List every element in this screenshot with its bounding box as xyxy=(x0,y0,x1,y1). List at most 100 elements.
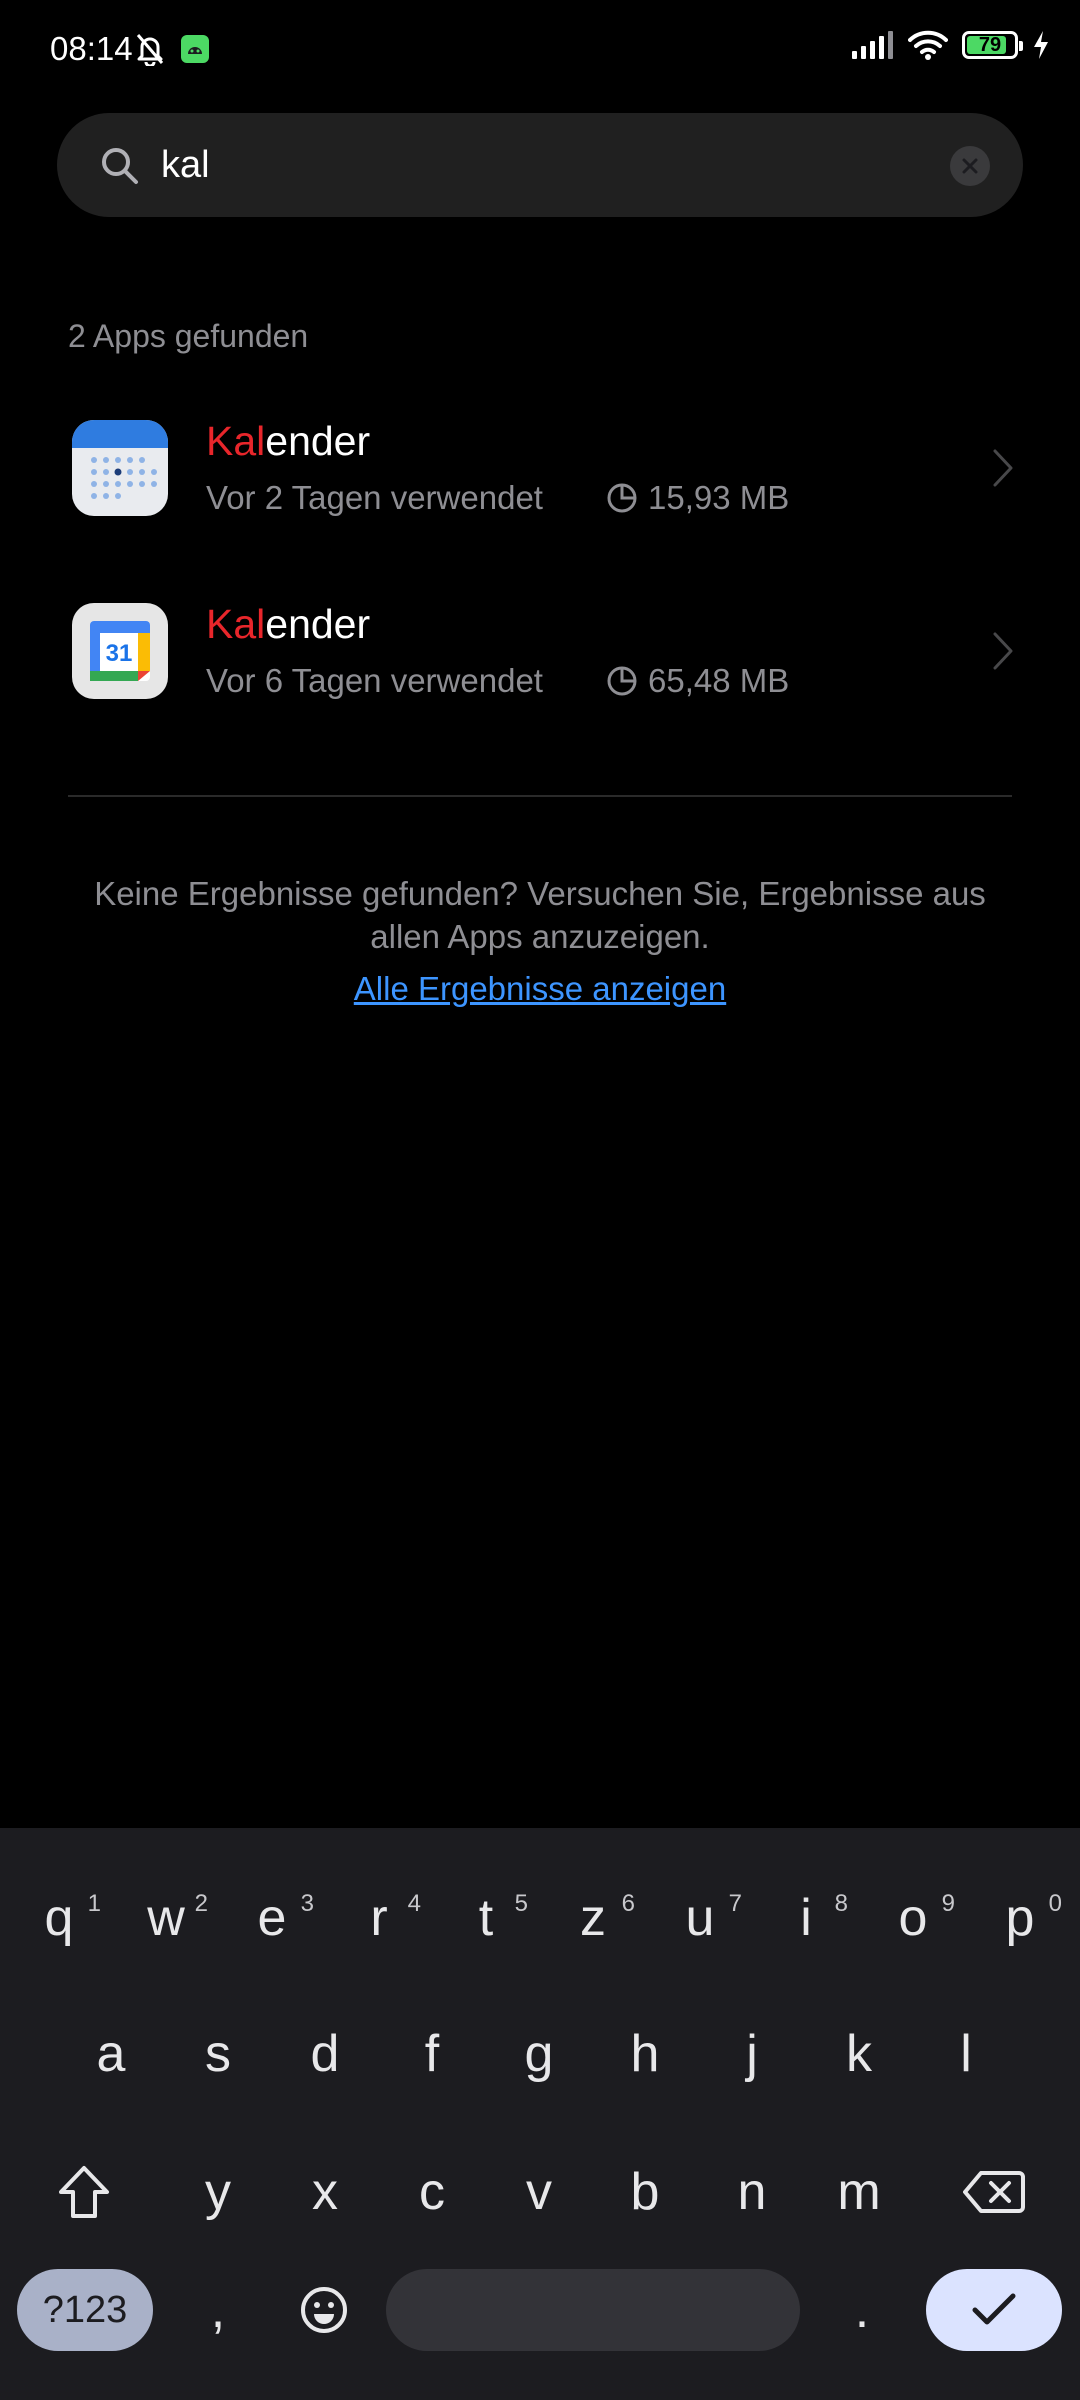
storage-icon xyxy=(607,483,637,513)
emoji-key[interactable] xyxy=(274,2264,374,2356)
app-result-row[interactable]: 31 Kalender Vor 6 Tagen verwendet 65,48 … xyxy=(0,571,1080,731)
key-b[interactable]: b xyxy=(595,2142,695,2242)
key-m[interactable]: m xyxy=(809,2142,909,2242)
key-hint: 6 xyxy=(621,1890,635,1917)
app-name: Kalender xyxy=(206,601,370,648)
app-size-value: 15,93 MB xyxy=(648,479,790,516)
key-u[interactable]: u7 xyxy=(650,1868,750,1968)
result-count: 2 Apps gefunden xyxy=(68,318,309,354)
google-calendar-icon: 31 xyxy=(72,603,168,699)
google-calendar-icon-label: 31 xyxy=(106,640,133,667)
key-letter: e xyxy=(257,1889,287,1947)
period-key[interactable]: . xyxy=(812,2264,912,2356)
bell-off-icon xyxy=(136,34,164,66)
status-time: 08:14 xyxy=(50,30,133,67)
key-h[interactable]: h xyxy=(595,2004,695,2104)
show-all-results-link[interactable]: Alle Ergebnisse anzeigen xyxy=(0,970,1080,1008)
key-letter: r xyxy=(370,1889,388,1947)
key-hint: 2 xyxy=(194,1890,208,1917)
key-z[interactable]: z6 xyxy=(543,1868,643,1968)
key-letter: u xyxy=(685,1889,715,1947)
key-o[interactable]: o9 xyxy=(863,1868,963,1968)
enter-key[interactable] xyxy=(926,2269,1062,2351)
status-bar: 08:14 79 xyxy=(0,0,1080,104)
keyboard: q1w2e3r4t5z6u7i8o9p0 asdfghjkl yxcvbnm ?… xyxy=(0,1828,1080,2400)
comma-key[interactable]: , xyxy=(168,2264,268,2356)
android-notification-icon xyxy=(181,35,209,63)
backspace-key[interactable] xyxy=(944,2142,1044,2242)
key-hint: 1 xyxy=(87,1890,101,1917)
key-hint: 8 xyxy=(834,1890,848,1917)
key-letter: q xyxy=(44,1889,74,1947)
app-name-highlight: Kal xyxy=(206,601,266,647)
key-letter: p xyxy=(1005,1889,1035,1947)
key-y[interactable]: y xyxy=(168,2142,268,2242)
key-g[interactable]: g xyxy=(489,2004,589,2104)
key-n[interactable]: n xyxy=(702,2142,802,2242)
chevron-right-icon xyxy=(993,449,1013,487)
backspace-icon xyxy=(963,2171,1025,2213)
shift-icon xyxy=(59,2166,109,2218)
app-size: 15,93 MB xyxy=(606,479,789,517)
close-icon xyxy=(962,158,978,174)
key-hint: 9 xyxy=(941,1890,955,1917)
divider xyxy=(68,795,1012,797)
battery-indicator: 79 xyxy=(962,31,1023,59)
search-icon xyxy=(102,148,138,184)
key-d[interactable]: d xyxy=(275,2004,375,2104)
key-hint: 7 xyxy=(728,1890,742,1917)
key-letter: o xyxy=(898,1889,928,1947)
key-q[interactable]: q1 xyxy=(9,1868,109,1968)
clear-search-button[interactable] xyxy=(950,146,990,186)
key-hint: 3 xyxy=(300,1890,314,1917)
key-p[interactable]: p0 xyxy=(970,1868,1070,1968)
app-last-used: Vor 6 Tagen verwendet xyxy=(206,662,543,699)
app-size: 65,48 MB xyxy=(606,662,789,700)
storage-icon xyxy=(607,666,637,696)
key-v[interactable]: v xyxy=(489,2142,589,2242)
battery-level: 79 xyxy=(978,34,1002,56)
search-input[interactable] xyxy=(161,135,961,195)
signal-icon xyxy=(852,31,893,59)
app-name-rest: ender xyxy=(265,601,371,647)
key-t[interactable]: t5 xyxy=(436,1868,536,1968)
key-letter: z xyxy=(580,1889,606,1947)
key-c[interactable]: c xyxy=(382,2142,482,2242)
key-hint: 5 xyxy=(514,1890,528,1917)
emoji-icon xyxy=(301,2287,347,2333)
app-result-row[interactable]: Kalender Vor 2 Tagen verwendet 15,93 MB xyxy=(0,388,1080,548)
xiaomi-calendar-icon xyxy=(72,420,168,516)
space-key[interactable] xyxy=(386,2269,800,2351)
chevron-right-icon xyxy=(993,632,1013,670)
key-letter: w xyxy=(147,1889,185,1947)
app-name-highlight: Kal xyxy=(206,418,266,464)
app-name-rest: ender xyxy=(265,418,371,464)
app-size-value: 65,48 MB xyxy=(648,662,790,699)
key-e[interactable]: e3 xyxy=(222,1868,322,1968)
key-l[interactable]: l xyxy=(916,2004,1016,2104)
key-i[interactable]: i8 xyxy=(756,1868,856,1968)
status-right-icons: 79 xyxy=(852,30,1050,60)
wifi-icon xyxy=(908,30,948,60)
key-x[interactable]: x xyxy=(275,2142,375,2242)
key-letter: t xyxy=(478,1889,494,1947)
app-name: Kalender xyxy=(206,418,370,465)
key-j[interactable]: j xyxy=(702,2004,802,2104)
key-s[interactable]: s xyxy=(168,2004,268,2104)
key-hint: 0 xyxy=(1048,1890,1062,1917)
app-last-used: Vor 2 Tagen verwendet xyxy=(206,479,543,516)
status-left-icons xyxy=(134,32,210,66)
key-f[interactable]: f xyxy=(382,2004,482,2104)
key-a[interactable]: a xyxy=(61,2004,161,2104)
key-w[interactable]: w2 xyxy=(116,1868,216,1968)
checkmark-icon xyxy=(972,2293,1016,2325)
key-letter: i xyxy=(800,1889,812,1947)
charging-icon xyxy=(1034,31,1048,59)
no-results-message: Keine Ergebnisse gefunden? Versuchen Sie… xyxy=(94,875,986,955)
search-bar[interactable] xyxy=(57,113,1023,217)
shift-key[interactable] xyxy=(34,2142,134,2242)
key-k[interactable]: k xyxy=(809,2004,909,2104)
symbols-key[interactable]: ?123 xyxy=(17,2269,153,2351)
key-hint: 4 xyxy=(407,1890,421,1917)
key-r[interactable]: r4 xyxy=(329,1868,429,1968)
